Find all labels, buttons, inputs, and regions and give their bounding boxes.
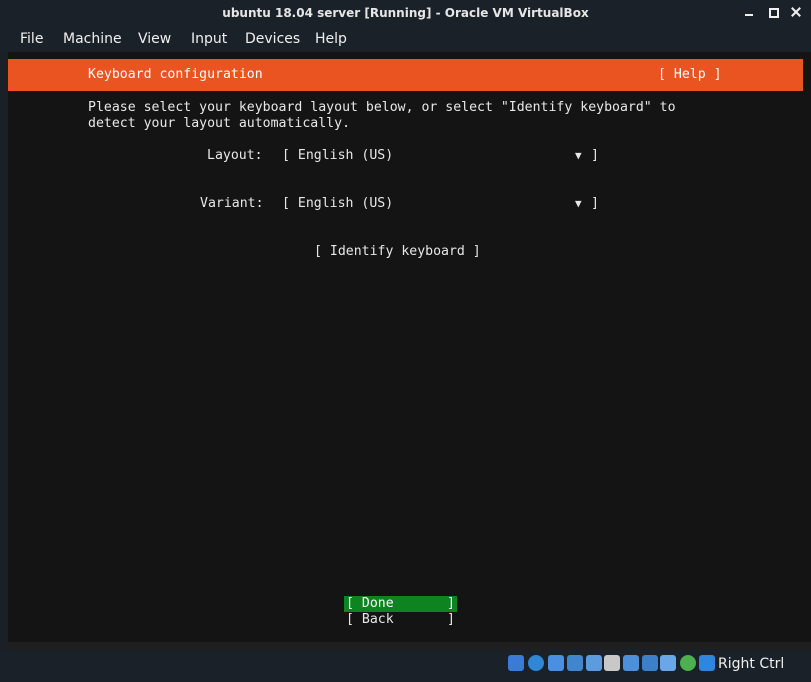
display-icon[interactable]	[623, 655, 639, 671]
page-title: Keyboard configuration	[88, 67, 263, 82]
help-button[interactable]: [ Help ]	[658, 67, 722, 83]
variant-value: [ English (US)	[282, 196, 394, 211]
variant-dropdown-close: ]	[591, 196, 599, 211]
vm-screen[interactable]: Keyboard configuration [ Help ] Please s…	[8, 52, 811, 650]
back-close: ]	[447, 612, 455, 627]
layout-label: Layout:	[207, 148, 263, 163]
close-icon[interactable]	[789, 5, 803, 19]
menu-devices[interactable]: Devices	[245, 30, 300, 48]
optical-drive-icon[interactable]	[528, 655, 544, 671]
menu-help[interactable]: Help	[315, 30, 347, 48]
layout-dropdown-close: ]	[591, 148, 599, 163]
virtualization-icon[interactable]	[660, 655, 676, 671]
menu-machine[interactable]: Machine	[63, 30, 122, 48]
installer-footer-bar	[8, 642, 811, 650]
network-icon[interactable]	[567, 655, 583, 671]
window-titlebar: ubuntu 18.04 server [Running] - Oracle V…	[0, 0, 811, 26]
host-key-label: Right Ctrl	[718, 656, 785, 672]
keyboard-capture-icon[interactable]	[699, 655, 715, 671]
chevron-down-icon: ▼	[575, 197, 582, 210]
minimize-icon[interactable]	[743, 5, 757, 19]
back-label: [ Back	[346, 612, 394, 627]
usb-icon[interactable]	[586, 655, 602, 671]
shared-folders-icon[interactable]	[604, 655, 620, 671]
mouse-integration-icon[interactable]	[680, 655, 696, 671]
menu-file[interactable]: File	[20, 30, 43, 48]
identify-keyboard-button[interactable]: [ Identify keyboard ]	[314, 244, 481, 260]
description-line-2: detect your layout automatically.	[88, 116, 351, 131]
done-label: [ Done	[346, 596, 394, 611]
description-line-1: Please select your keyboard layout below…	[88, 100, 676, 115]
window-title: ubuntu 18.04 server [Running] - Oracle V…	[222, 6, 589, 20]
audio-icon[interactable]	[548, 655, 564, 671]
video-capture-icon[interactable]	[642, 655, 658, 671]
done-button[interactable]: [ Done ]	[344, 596, 457, 612]
hard-disk-icon[interactable]	[508, 655, 524, 671]
menu-input[interactable]: Input	[191, 30, 227, 48]
installer-header: Keyboard configuration [ Help ]	[8, 59, 803, 91]
menu-view[interactable]: View	[138, 30, 171, 48]
chevron-down-icon: ▼	[575, 149, 582, 162]
done-close: ]	[447, 596, 455, 611]
maximize-icon[interactable]	[767, 5, 781, 19]
menu-bar: File Machine View Input Devices Help	[0, 26, 811, 52]
variant-label: Variant:	[200, 196, 264, 211]
back-button[interactable]: [ Back ]	[344, 612, 457, 628]
layout-value: [ English (US)	[282, 148, 394, 163]
